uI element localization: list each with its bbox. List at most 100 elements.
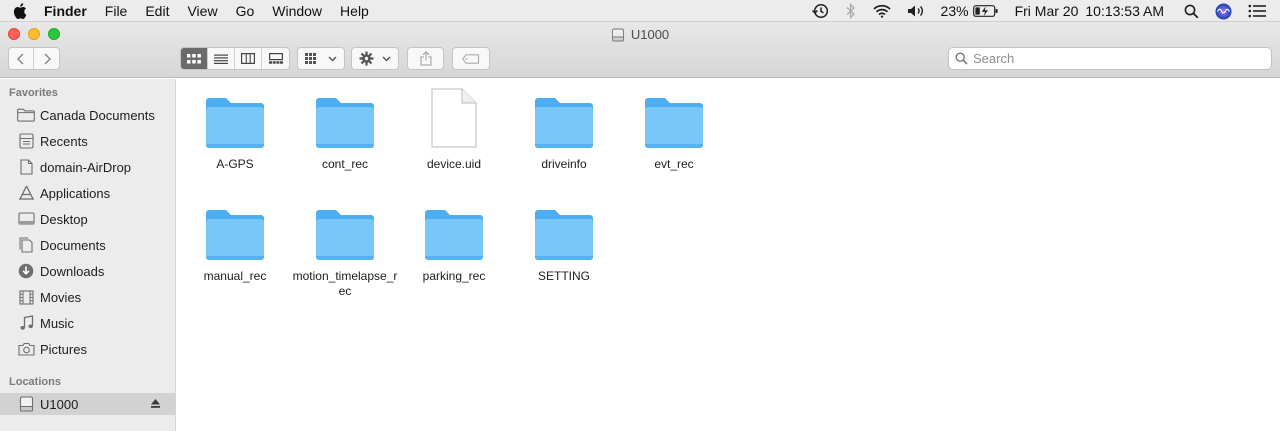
folder-icon xyxy=(314,85,376,149)
file-name: manual_rec xyxy=(203,269,267,283)
group-icon xyxy=(305,53,316,64)
sidebar-item-music[interactable]: Music xyxy=(0,312,175,334)
volume-status[interactable] xyxy=(899,0,933,22)
menu-edit[interactable]: Edit xyxy=(136,0,178,22)
sidebar-item-label: Music xyxy=(40,315,74,331)
sidebar-item-pictures[interactable]: Pictures xyxy=(0,338,175,360)
clock-date: Fri Mar 20 xyxy=(1014,3,1079,19)
file-item-parking-rec[interactable]: parking_rec xyxy=(399,197,509,284)
time-machine-status[interactable] xyxy=(803,0,837,22)
column-view-button[interactable] xyxy=(235,48,262,69)
notification-center[interactable] xyxy=(1240,0,1280,22)
tag-icon xyxy=(462,53,480,64)
view-mode-control xyxy=(180,47,290,70)
share-icon xyxy=(419,51,432,66)
app-menu-finder[interactable]: Finder xyxy=(40,0,96,22)
tags-button[interactable] xyxy=(452,47,490,70)
sidebar-item-canada-documents[interactable]: Canada Documents xyxy=(0,104,175,126)
apple-menu[interactable] xyxy=(0,0,40,22)
group-by-button[interactable] xyxy=(297,47,345,70)
file-name: motion_timelapse_rec xyxy=(292,269,398,298)
menu-file[interactable]: File xyxy=(96,0,137,22)
search-field[interactable] xyxy=(948,47,1272,70)
file-item-device-uid[interactable]: device.uid xyxy=(399,85,509,172)
file-name: A-GPS xyxy=(216,157,254,171)
file-name: parking_rec xyxy=(422,269,486,283)
sidebar-item-downloads[interactable]: Downloads xyxy=(0,260,175,282)
downloads-icon xyxy=(17,262,35,280)
file-item-manual-rec[interactable]: manual_rec xyxy=(180,197,290,284)
applications-icon xyxy=(17,184,35,202)
sidebar-item-movies[interactable]: Movies xyxy=(0,286,175,308)
sidebar-item-documents[interactable]: Documents xyxy=(0,234,175,256)
gallery-view-button[interactable] xyxy=(262,48,289,69)
file-name: driveinfo xyxy=(541,157,587,171)
notification-center-icon xyxy=(1248,4,1266,18)
sidebar-item-applications[interactable]: Applications xyxy=(0,182,175,204)
sidebar-item-u1000[interactable]: U1000 xyxy=(0,393,175,415)
disk-icon xyxy=(611,28,624,41)
battery-status[interactable]: 23% xyxy=(933,0,1005,22)
menu-help[interactable]: Help xyxy=(331,0,378,22)
sidebar-item-label: Canada Documents xyxy=(40,107,155,123)
sidebar-item-airdrop[interactable]: domain-AirDrop xyxy=(0,156,175,178)
file-item-motion-timelapse-rec[interactable]: motion_timelapse_rec xyxy=(290,197,400,299)
battery-icon xyxy=(972,5,998,17)
chevron-left-icon xyxy=(16,52,24,65)
sidebar-header-favorites: Favorites xyxy=(9,87,58,99)
bluetooth-status[interactable] xyxy=(837,0,865,22)
menu-bar: Finder File Edit View Go Window Help 23%… xyxy=(0,0,1280,22)
time-machine-icon xyxy=(811,3,828,19)
icon-view-button[interactable] xyxy=(181,48,208,69)
siri-status[interactable] xyxy=(1207,0,1240,22)
sidebar-item-recents[interactable]: Recents xyxy=(0,130,175,152)
movies-icon xyxy=(17,288,35,306)
volume-icon xyxy=(907,5,923,17)
clock[interactable]: Fri Mar 20 10:13:53 AM xyxy=(1005,0,1172,22)
bluetooth-icon xyxy=(846,3,855,19)
music-icon xyxy=(17,314,35,332)
disk-icon xyxy=(17,395,35,413)
folder-icon xyxy=(204,197,266,261)
sidebar-item-label: Desktop xyxy=(40,211,88,227)
file-item-a-gps[interactable]: A-GPS xyxy=(180,85,290,172)
folder-icon xyxy=(204,85,266,149)
file-item-driveinfo[interactable]: driveinfo xyxy=(509,85,619,172)
sidebar-item-label: Movies xyxy=(40,289,82,305)
document-icon xyxy=(17,158,35,176)
wifi-status[interactable] xyxy=(865,0,899,22)
recents-icon xyxy=(17,132,35,150)
file-item-evt-rec[interactable]: evt_rec xyxy=(619,85,729,172)
gear-icon xyxy=(359,51,374,66)
sidebar-item-desktop[interactable]: Desktop xyxy=(0,208,175,230)
search-input[interactable] xyxy=(973,51,1263,66)
pictures-icon xyxy=(17,340,35,358)
documents-icon xyxy=(17,236,35,254)
folder-icon xyxy=(533,197,595,261)
file-item-cont-rec[interactable]: cont_rec xyxy=(290,85,400,172)
share-button[interactable] xyxy=(407,47,444,70)
list-view-icon xyxy=(214,54,228,64)
eject-button[interactable] xyxy=(150,397,161,412)
spotlight-status[interactable] xyxy=(1172,0,1207,22)
sidebar-item-label: Downloads xyxy=(40,263,105,279)
list-view-button[interactable] xyxy=(208,48,235,69)
forward-button[interactable] xyxy=(34,48,59,69)
folder-icon xyxy=(643,85,705,149)
search-icon xyxy=(955,52,968,65)
sidebar: Favorites Canada Documents Recents domai… xyxy=(0,79,176,431)
file-item-setting[interactable]: SETTING xyxy=(509,197,619,284)
sidebar-item-label: Applications xyxy=(40,185,111,201)
menu-window[interactable]: Window xyxy=(263,0,331,22)
clock-time: 10:13:53 AM xyxy=(1085,3,1164,19)
siri-icon xyxy=(1215,3,1232,19)
menu-go[interactable]: Go xyxy=(227,0,264,22)
back-forward-control xyxy=(8,47,60,70)
action-button[interactable] xyxy=(351,47,399,70)
folder-icon xyxy=(533,85,595,149)
back-button[interactable] xyxy=(9,48,34,69)
file-name: cont_rec xyxy=(321,157,369,171)
file-name: evt_rec xyxy=(654,157,694,171)
chevron-down-icon xyxy=(328,56,337,61)
menu-view[interactable]: View xyxy=(178,0,226,22)
